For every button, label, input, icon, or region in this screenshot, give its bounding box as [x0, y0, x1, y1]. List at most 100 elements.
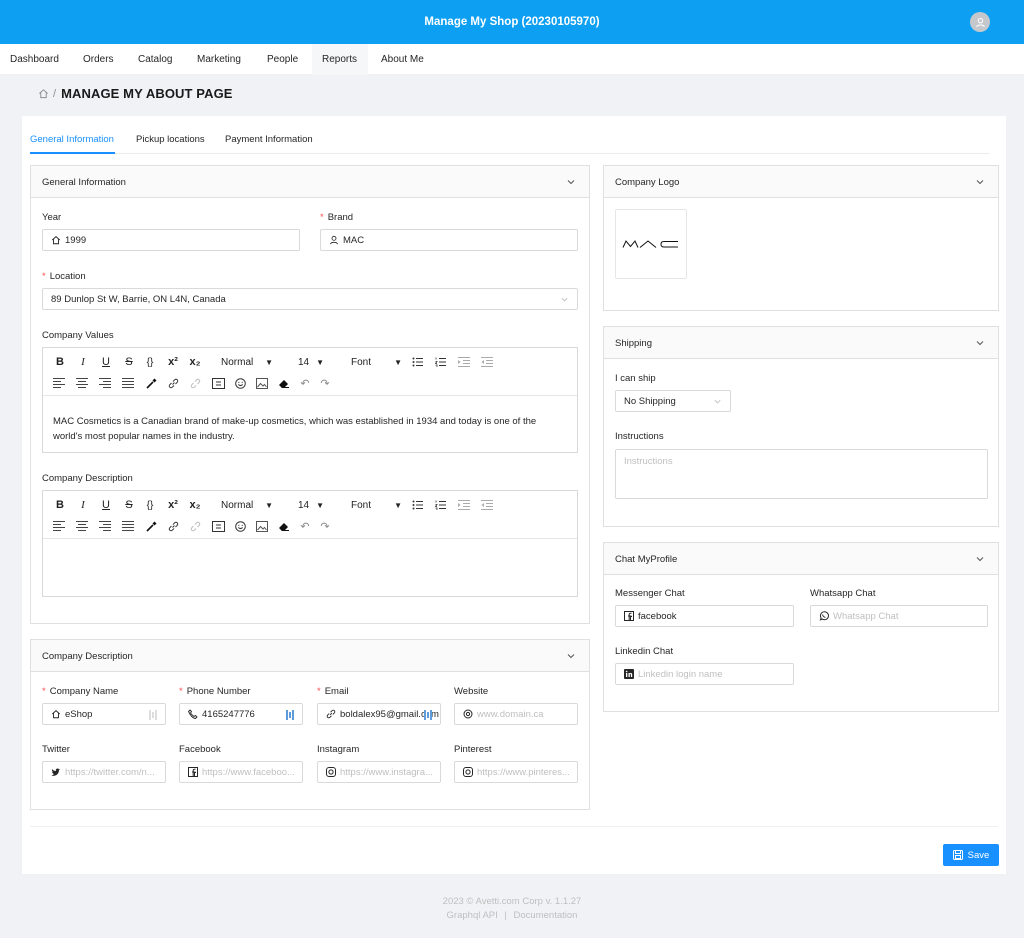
image-icon[interactable]	[256, 517, 268, 535]
facebook-input[interactable]: https://www.faceboo...	[179, 761, 303, 783]
color-picker-icon[interactable]	[145, 517, 157, 535]
twitter-input[interactable]: https://twitter.com/n...	[42, 761, 166, 783]
undo-icon[interactable]: ↶	[299, 517, 311, 535]
align-center-icon[interactable]	[76, 374, 88, 392]
brand-input[interactable]: MAC	[320, 229, 578, 251]
tab-general-information[interactable]: General Information	[30, 134, 114, 145]
color-picker-icon[interactable]	[145, 374, 157, 392]
bullet-list-icon[interactable]	[412, 353, 424, 371]
nav-about-me[interactable]: About Me	[381, 54, 424, 65]
chevron-down-icon[interactable]	[975, 177, 985, 187]
outdent-icon[interactable]	[481, 353, 493, 371]
embed-icon[interactable]	[211, 374, 225, 392]
location-select[interactable]: 89 Dunlop St W, Barrie, ON L4N, Canada	[42, 288, 578, 310]
embed-icon[interactable]	[211, 517, 225, 535]
card-header[interactable]: Chat MyProfile	[604, 543, 998, 575]
outdent-icon[interactable]	[481, 496, 493, 514]
instagram-input[interactable]: https://www.instagra...	[317, 761, 441, 783]
chevron-down-icon[interactable]	[566, 177, 576, 187]
block-type-select[interactable]: Normal ▼	[221, 353, 273, 371]
align-justify-icon[interactable]	[122, 517, 134, 535]
bold-button[interactable]: B	[53, 353, 67, 371]
company-logo-image[interactable]	[615, 209, 687, 279]
link-icon[interactable]	[167, 374, 179, 392]
linkedin-input[interactable]: Linkedin login name	[615, 663, 794, 685]
company-values-editor[interactable]: B I U S {} x² x₂ Normal ▼ 14 ▼ Font ▼ ↶ …	[42, 347, 578, 453]
nav-people[interactable]: People	[267, 54, 298, 65]
align-right-icon[interactable]	[99, 374, 111, 392]
underline-button[interactable]: U	[99, 353, 113, 371]
company-name-input[interactable]: eShop	[42, 703, 166, 725]
messenger-input[interactable]: facebook	[615, 605, 794, 627]
nav-orders[interactable]: Orders	[83, 54, 114, 65]
unlink-icon[interactable]	[189, 517, 201, 535]
email-input[interactable]: boldalex95@gmail.com	[317, 703, 441, 725]
eraser-icon[interactable]	[278, 374, 290, 392]
align-left-icon[interactable]	[53, 517, 65, 535]
password-manager-icon[interactable]	[286, 710, 294, 720]
card-header[interactable]: Shipping	[604, 327, 998, 359]
password-manager-icon[interactable]	[424, 710, 432, 720]
avatar[interactable]	[970, 12, 990, 32]
indent-icon[interactable]	[458, 353, 470, 371]
subscript-button[interactable]: x₂	[187, 353, 203, 371]
card-header[interactable]: Company Description	[31, 640, 589, 672]
card-header[interactable]: Company Logo	[604, 166, 998, 198]
pinterest-input[interactable]: https://www.pinteres...	[454, 761, 578, 783]
strikethrough-button[interactable]: S	[122, 353, 136, 371]
subscript-button[interactable]: x₂	[187, 496, 203, 514]
instructions-textarea[interactable]: Instructions	[615, 449, 988, 499]
emoji-icon[interactable]	[234, 374, 246, 392]
tab-payment-information[interactable]: Payment Information	[225, 134, 313, 145]
chevron-down-icon[interactable]	[975, 554, 985, 564]
nav-dashboard[interactable]: Dashboard	[10, 54, 59, 65]
website-input[interactable]: www.domain.ca	[454, 703, 578, 725]
image-icon[interactable]	[256, 374, 268, 392]
code-button[interactable]: {}	[143, 353, 157, 371]
redo-icon[interactable]: ↷	[319, 374, 331, 392]
bold-button[interactable]: B	[53, 496, 67, 514]
align-left-icon[interactable]	[53, 374, 65, 392]
nav-reports[interactable]: Reports	[322, 54, 357, 65]
card-header[interactable]: General Information	[31, 166, 589, 198]
numbered-list-icon[interactable]	[435, 496, 447, 514]
unlink-icon[interactable]	[189, 374, 201, 392]
italic-button[interactable]: I	[76, 353, 90, 371]
year-input[interactable]: 1999	[42, 229, 300, 251]
align-center-icon[interactable]	[76, 517, 88, 535]
whatsapp-input[interactable]: Whatsapp Chat	[810, 605, 988, 627]
password-manager-icon[interactable]	[149, 710, 157, 720]
chevron-down-icon[interactable]	[975, 338, 985, 348]
documentation-link[interactable]: Documentation	[514, 910, 578, 921]
nav-marketing[interactable]: Marketing	[197, 54, 241, 65]
superscript-button[interactable]: x²	[165, 496, 181, 514]
tab-pickup-locations[interactable]: Pickup locations	[136, 134, 205, 145]
align-justify-icon[interactable]	[122, 374, 134, 392]
nav-catalog[interactable]: Catalog	[138, 54, 172, 65]
italic-button[interactable]: I	[76, 496, 90, 514]
font-family-select[interactable]: Font ▼	[351, 353, 402, 371]
save-button[interactable]: Save	[943, 844, 999, 866]
link-icon[interactable]	[167, 517, 179, 535]
phone-input[interactable]: 4165247776	[179, 703, 303, 725]
superscript-button[interactable]: x²	[165, 353, 181, 371]
font-size-select[interactable]: 14 ▼	[298, 353, 324, 371]
code-button[interactable]: {}	[143, 496, 157, 514]
numbered-list-icon[interactable]	[435, 353, 447, 371]
eraser-icon[interactable]	[278, 517, 290, 535]
home-icon[interactable]	[38, 88, 49, 99]
redo-icon[interactable]: ↷	[319, 517, 331, 535]
font-family-select[interactable]: Font ▼	[351, 496, 402, 514]
ship-select[interactable]: No Shipping	[615, 390, 731, 412]
graphql-api-link[interactable]: Graphql API	[447, 910, 498, 921]
bullet-list-icon[interactable]	[412, 496, 424, 514]
undo-icon[interactable]: ↶	[299, 374, 311, 392]
emoji-icon[interactable]	[234, 517, 246, 535]
company-description-editor[interactable]: B I U S {} x² x₂ Normal ▼ 14 ▼ Font ▼ ↶ …	[42, 490, 578, 597]
block-type-select[interactable]: Normal ▼	[221, 496, 273, 514]
indent-icon[interactable]	[458, 496, 470, 514]
chevron-down-icon[interactable]	[566, 651, 576, 661]
align-right-icon[interactable]	[99, 517, 111, 535]
underline-button[interactable]: U	[99, 496, 113, 514]
font-size-select[interactable]: 14 ▼	[298, 496, 324, 514]
